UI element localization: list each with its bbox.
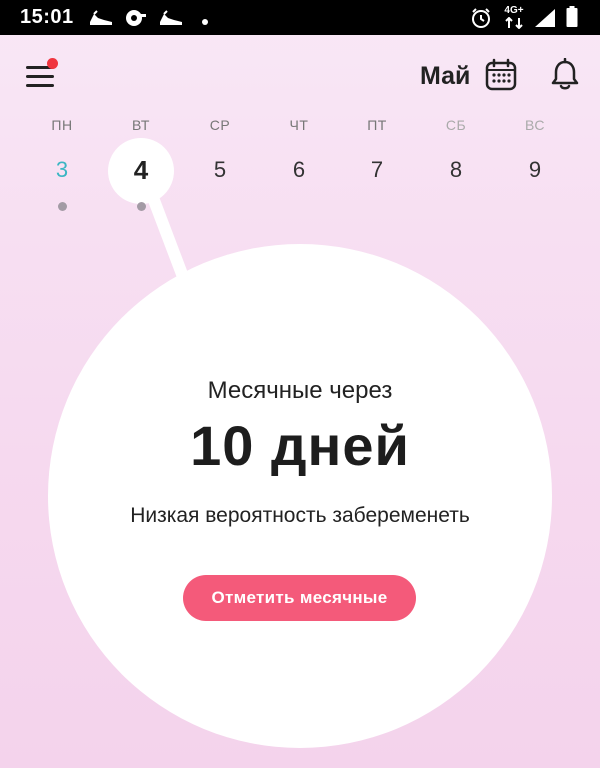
network-4g-icon: 4G+ — [502, 5, 526, 34]
signal-icon — [534, 8, 556, 33]
day-indicator-dot — [137, 202, 146, 211]
day-sunday[interactable]: ВС 9 — [500, 110, 570, 210]
day-number: 4 — [133, 155, 149, 185]
battery-icon — [566, 6, 578, 33]
day-name: СБ — [445, 117, 467, 133]
calendar-icon — [485, 58, 517, 91]
day-name: ЧТ — [289, 117, 309, 133]
status-bar: 15:01 4G+ — [0, 0, 600, 35]
calendar-button[interactable] — [484, 58, 518, 92]
pregnancy-probability: Низкая вероятность забеременеть — [130, 504, 470, 527]
day-number: 8 — [449, 157, 463, 182]
cycle-info-circle — [48, 244, 552, 748]
day-name: ПТ — [367, 117, 387, 133]
day-tuesday[interactable]: ВТ 4 — [106, 110, 176, 211]
shoe-icon — [158, 8, 184, 33]
day-number: 7 — [370, 157, 384, 182]
day-monday[interactable]: ПН 3 — [27, 110, 97, 211]
day-number: 9 — [528, 157, 542, 182]
day-name: ВТ — [132, 117, 150, 133]
day-number: 6 — [292, 157, 306, 182]
dot-icon — [201, 13, 209, 31]
day-saturday[interactable]: СБ 8 — [421, 110, 491, 210]
log-period-button[interactable]: Отметить месячные — [183, 575, 416, 621]
day-wednesday[interactable]: СР 5 — [185, 110, 255, 210]
week-strip: ПН 3 ВТ 4 СР 5 ЧТ 6 ПТ 7 СБ 8 ВС 9 — [0, 110, 600, 220]
day-name: СР — [209, 117, 231, 133]
day-friday[interactable]: ПТ 7 — [342, 110, 412, 210]
bell-icon — [551, 57, 579, 90]
network-label: 4G+ — [504, 5, 524, 16]
status-time: 15:01 — [20, 6, 74, 28]
tools-icon — [124, 8, 148, 33]
month-label[interactable]: Май — [420, 62, 470, 91]
notifications-button[interactable] — [548, 57, 582, 92]
notification-dot — [47, 58, 58, 69]
day-name: ПН — [51, 117, 73, 133]
shoe-icon — [88, 8, 114, 33]
day-thursday[interactable]: ЧТ 6 — [264, 110, 334, 210]
alarm-icon — [470, 7, 492, 34]
days-until-period: 10 дней — [190, 414, 410, 477]
menu-button[interactable] — [24, 58, 58, 90]
day-indicator-dot — [58, 202, 67, 211]
day-name: ВС — [525, 117, 545, 133]
day-number: 5 — [213, 157, 227, 182]
period-subtitle: Месячные через — [207, 377, 393, 404]
day-number: 3 — [55, 157, 69, 182]
